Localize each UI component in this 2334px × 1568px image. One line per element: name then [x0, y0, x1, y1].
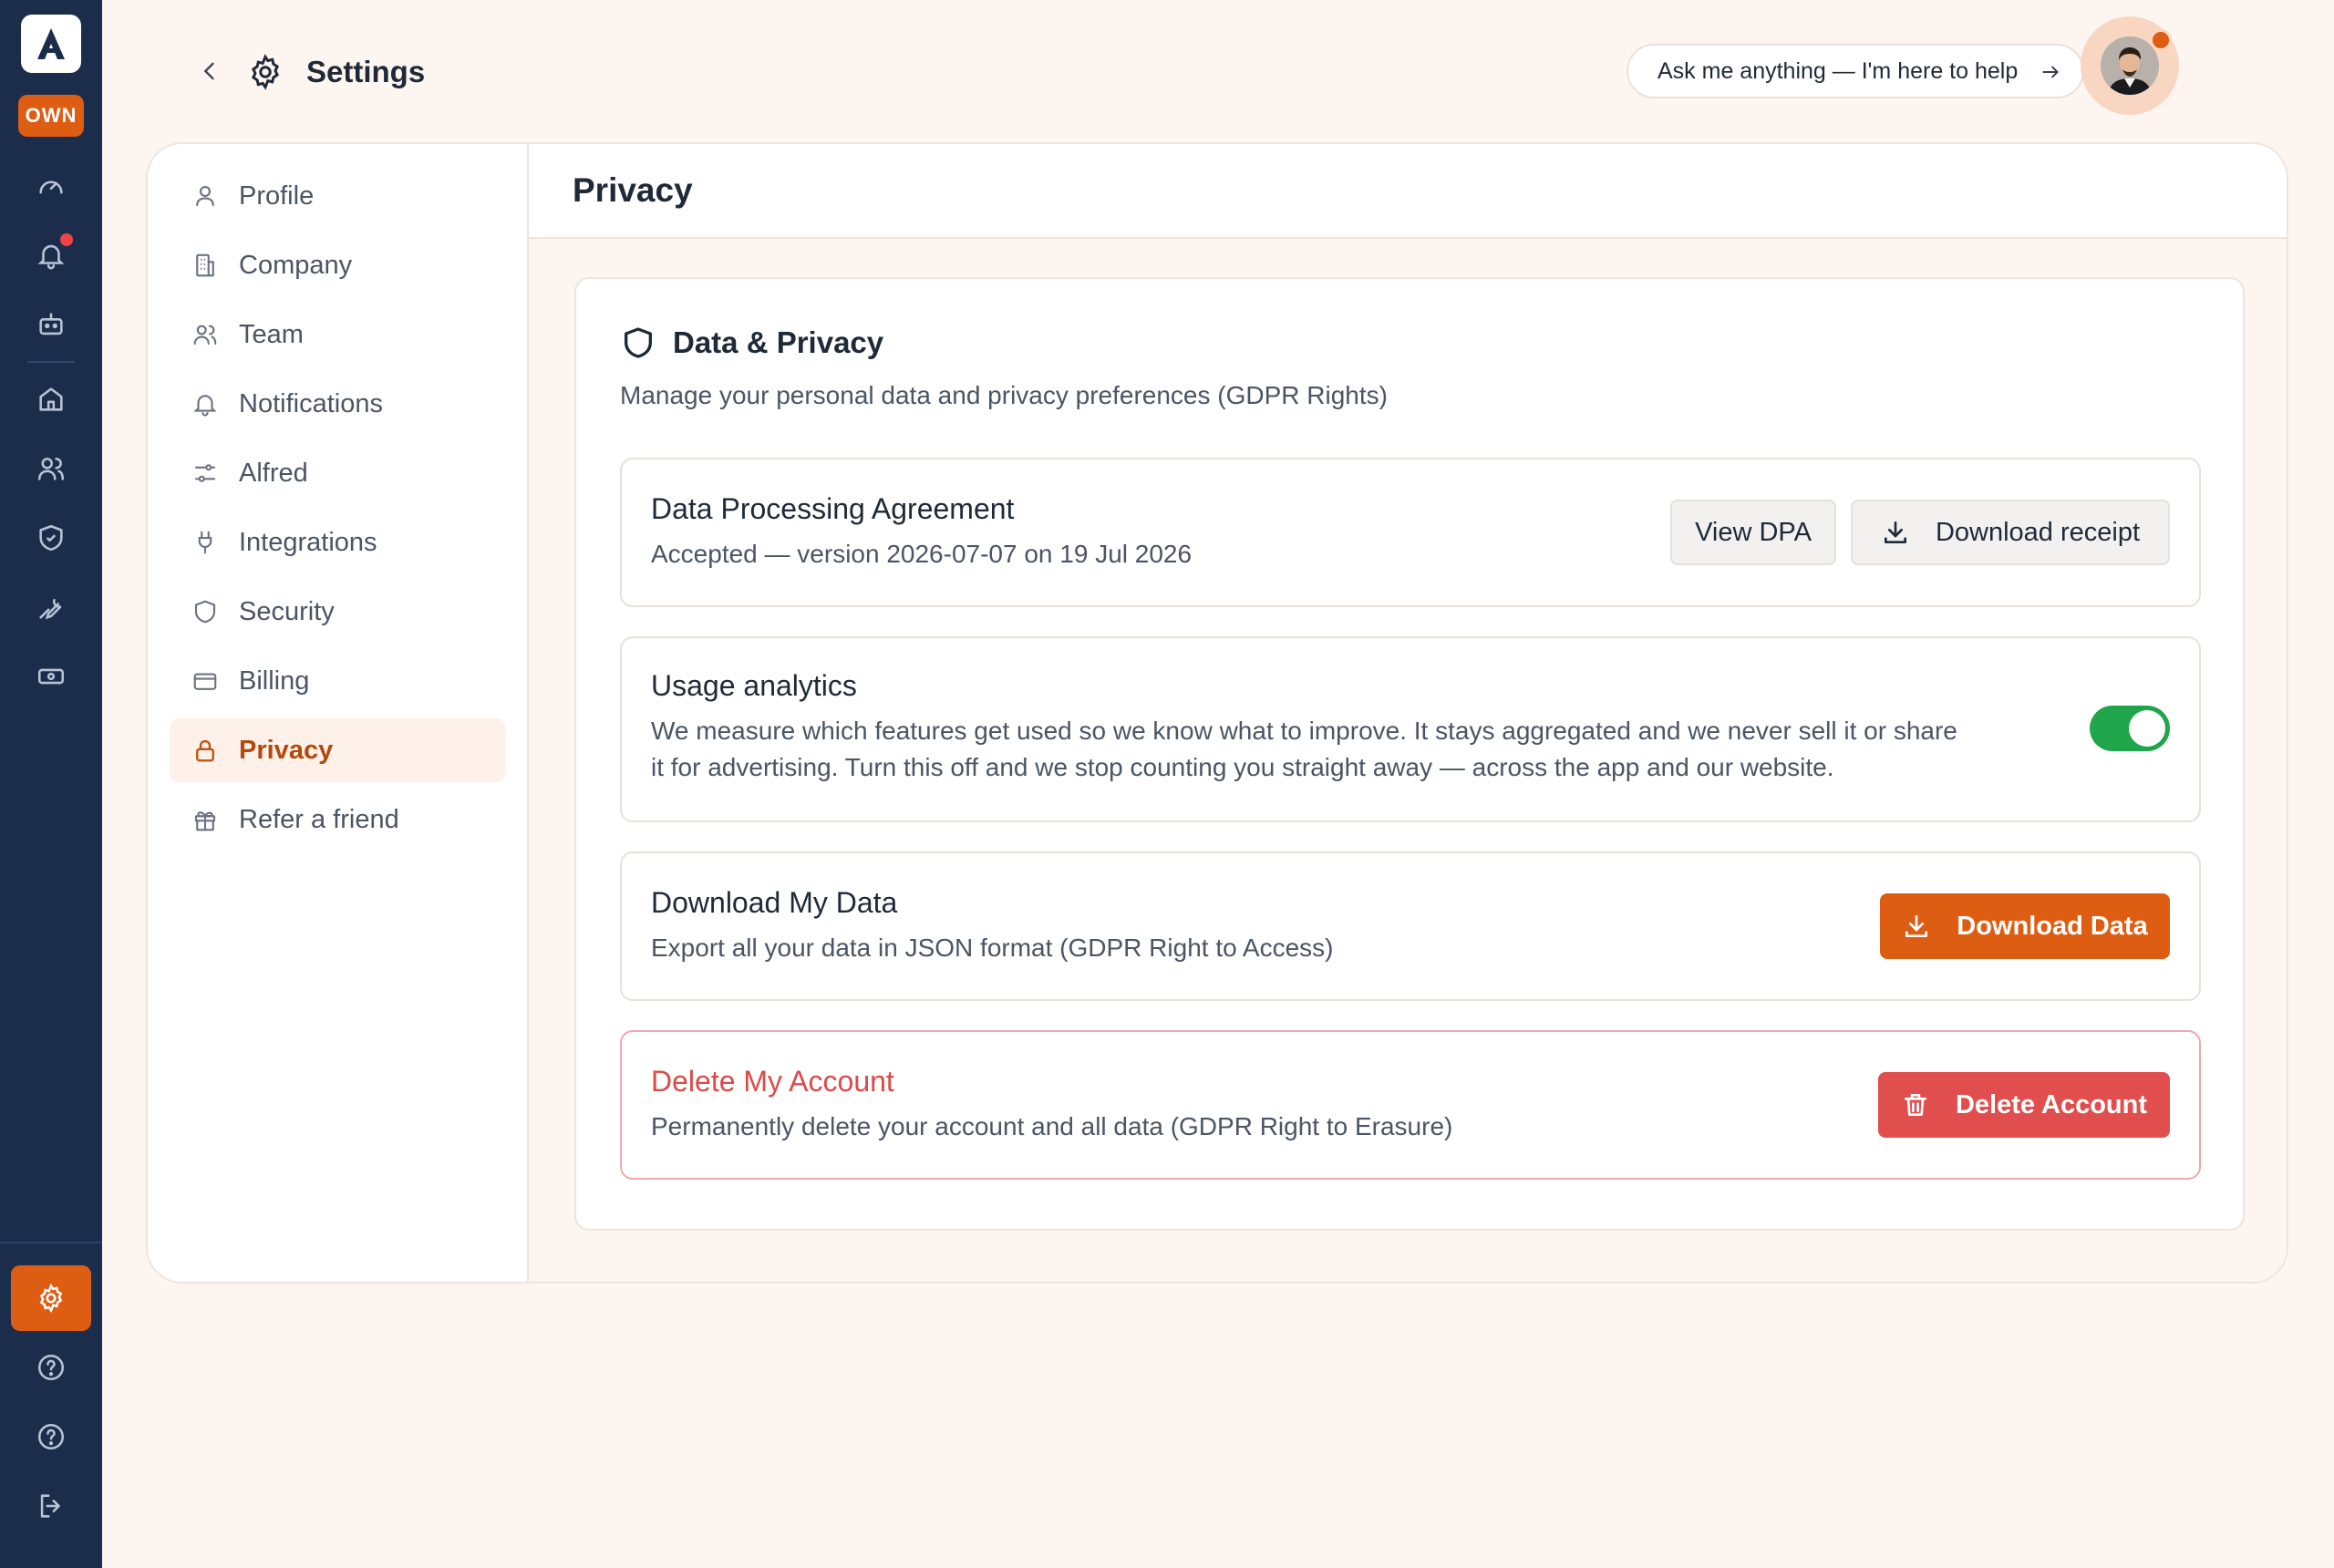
card-icon: [193, 673, 217, 690]
shield-icon: [194, 600, 216, 624]
section-title: Data & Privacy: [620, 325, 883, 361]
usage-analytics-row: Usage analytics We measure which feature…: [620, 636, 2201, 822]
cash-icon[interactable]: [33, 658, 69, 695]
trash-icon: [1904, 1094, 1926, 1116]
ask-assistant-button[interactable]: Ask me anything — I'm here to help: [1627, 44, 2084, 98]
nav-item-label: Profile: [239, 181, 315, 211]
nav-item-label: Notifications: [239, 388, 383, 418]
settings-nav: Profile Company Team Notifications Alfre…: [148, 144, 529, 1282]
view-dpa-button[interactable]: View DPA: [1670, 500, 1836, 565]
nav-item-billing[interactable]: Billing: [170, 649, 505, 713]
nav-item-integrations[interactable]: Integrations: [170, 511, 505, 574]
building-icon: [196, 253, 214, 277]
delete-account-label: Delete Account: [1955, 1089, 2148, 1119]
delete-account-title: Delete My Account: [651, 1065, 894, 1098]
delete-account-desc: Permanently delete your account and all …: [651, 1112, 1453, 1140]
app-rail: OWN: [0, 0, 102, 1568]
user-icon: [196, 185, 214, 207]
users-icon: [193, 325, 217, 346]
section-subtitle: Manage your personal data and privacy pr…: [620, 381, 1388, 409]
home-icon[interactable]: [33, 381, 69, 418]
arrow-right-icon: [2042, 66, 2059, 78]
analytics-desc-line2: it for advertising. Turn this off and we…: [651, 753, 1834, 781]
rail-divider: [0, 1242, 102, 1243]
download-icon: [1905, 915, 1928, 937]
delete-account-row: Delete My Account Permanently delete you…: [620, 1030, 2201, 1180]
rail-divider: [27, 361, 75, 363]
nav-item-notifications[interactable]: Notifications: [170, 372, 505, 436]
bell-icon: [193, 395, 217, 417]
user-avatar-button[interactable]: [2081, 16, 2179, 115]
nav-item-privacy[interactable]: Privacy: [170, 718, 505, 782]
app-logo[interactable]: [21, 15, 81, 73]
content-title: Privacy: [573, 171, 693, 209]
bot-icon[interactable]: [33, 306, 69, 343]
nav-item-profile[interactable]: Profile: [170, 164, 505, 228]
nav-item-label: Refer a friend: [239, 804, 399, 834]
settings-panel: Profile Company Team Notifications Alfre…: [146, 142, 2288, 1284]
nav-item-refer-a-friend[interactable]: Refer a friend: [170, 788, 505, 851]
sliders-icon: [194, 464, 216, 482]
users-icon[interactable]: [33, 450, 69, 487]
workspace-badge[interactable]: OWN: [18, 95, 84, 137]
chevron-left-icon: [203, 62, 214, 80]
logout-icon[interactable]: [33, 1488, 69, 1524]
delete-account-button[interactable]: Delete Account: [1878, 1072, 2170, 1138]
status-dot: [2150, 29, 2172, 51]
nav-item-alfred[interactable]: Alfred: [170, 441, 505, 505]
download-data-button[interactable]: Download Data: [1880, 893, 2170, 959]
nav-item-label: Billing: [239, 665, 310, 696]
download-data-desc: Export all your data in JSON format (GDP…: [651, 934, 1334, 962]
help-icon[interactable]: [33, 1418, 69, 1455]
download-receipt-label: Download receipt: [1935, 517, 2141, 547]
lock-icon: [196, 739, 214, 762]
nav-item-team[interactable]: Team: [170, 303, 505, 366]
privacy-content: Privacy Data & Privacy Manage your perso…: [529, 144, 2287, 1282]
gear-icon[interactable]: [33, 1280, 69, 1316]
dpa-status: Accepted — version 2026-07-07 on 19 Jul …: [651, 540, 1193, 568]
nav-item-label: Company: [239, 250, 353, 280]
wrench-icon[interactable]: [33, 589, 69, 625]
download-data-title: Download My Data: [651, 886, 898, 919]
gift-icon: [194, 811, 216, 831]
nav-item-label: Security: [239, 596, 335, 626]
shield-icon: [625, 327, 652, 358]
content-header: Privacy: [529, 144, 2287, 239]
section-title-text: Data & Privacy: [673, 325, 884, 359]
plug-icon: [198, 531, 212, 554]
data-privacy-card: Data & Privacy Manage your personal data…: [574, 277, 2245, 1231]
back-button[interactable]: [191, 53, 228, 89]
download-my-data-row: Download My Data Export all your data in…: [620, 851, 2201, 1001]
gear-icon: [251, 54, 280, 90]
dpa-row: Data Processing Agreement Accepted — ver…: [620, 458, 2201, 607]
nav-item-label: Alfred: [239, 458, 308, 488]
download-data-label: Download Data: [1957, 911, 2148, 941]
nav-item-label: Integrations: [239, 527, 377, 557]
download-receipt-button[interactable]: Download receipt: [1851, 500, 2170, 565]
dpa-title: Data Processing Agreement: [651, 492, 1015, 525]
nav-item-label: Privacy: [239, 735, 334, 765]
analytics-desc-line1: We measure which features get used so we…: [651, 717, 1957, 745]
shield-icon[interactable]: [33, 520, 69, 556]
usage-analytics-toggle[interactable]: [2090, 706, 2170, 751]
page-title: Settings: [306, 55, 426, 88]
notification-dot: [57, 231, 76, 249]
analytics-title: Usage analytics: [651, 669, 857, 702]
gauge-icon[interactable]: [33, 168, 69, 204]
help-icon[interactable]: [33, 1349, 69, 1386]
logo-icon: [37, 28, 65, 59]
download-icon: [1884, 521, 1906, 543]
nav-item-label: Team: [239, 319, 304, 349]
ask-assistant-label: Ask me anything — I'm here to help: [1658, 57, 2019, 84]
view-dpa-label: View DPA: [1695, 517, 1812, 547]
toggle-knob: [2129, 710, 2165, 747]
nav-item-security[interactable]: Security: [170, 580, 505, 644]
nav-item-company[interactable]: Company: [170, 233, 505, 297]
